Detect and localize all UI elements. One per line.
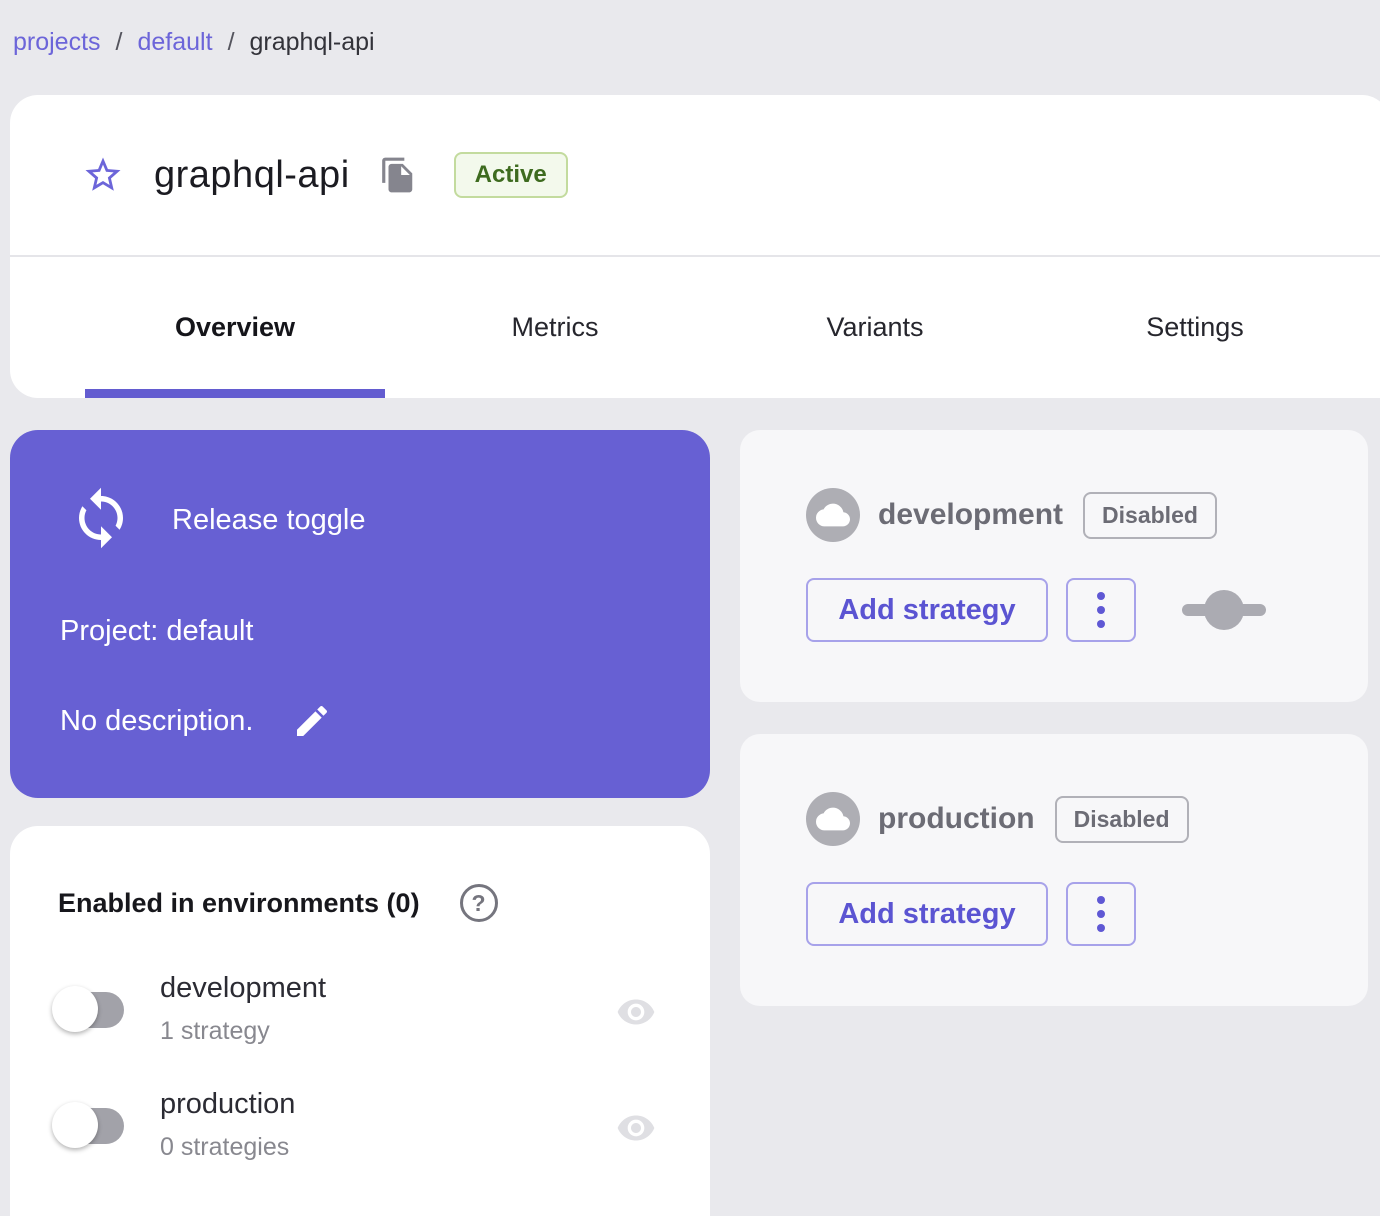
help-icon[interactable]: ? [459,884,498,922]
breadcrumb-current: graphql-api [249,28,375,56]
copy-icon[interactable] [378,155,418,195]
environment-name: development [160,972,327,1004]
enabled-environments-header: Enabled in environments (0) ? [58,884,498,922]
tab-settings[interactable]: Settings [1035,257,1355,398]
environment-card-actions: Add strategy [806,882,1136,946]
tab-metrics[interactable]: Metrics [395,257,715,398]
description-text: No description. [60,704,254,737]
kebab-menu-icon[interactable] [1066,578,1136,642]
favorite-star-icon[interactable] [82,154,124,196]
strategy-count: 0 strategies [160,1133,290,1161]
project-label: Project: default [60,615,254,647]
breadcrumb-separator: / [227,28,235,56]
add-strategy-button[interactable]: Add strategy [806,578,1048,642]
environment-card-development: development Disabled Add strategy [740,430,1368,702]
feature-header-card: graphql-api Active Overview Metrics Vari… [10,95,1380,398]
cloud-icon [806,488,860,542]
cloud-icon [806,792,860,846]
release-toggle-loop-icon [68,485,134,551]
environment-card-actions: Add strategy [806,578,1268,642]
add-strategy-button[interactable]: Add strategy [806,882,1048,946]
enabled-environments-panel: Enabled in environments (0) ? developmen… [10,826,710,1216]
environment-status-badge: Disabled [1083,491,1217,539]
breadcrumb-separator: / [115,28,123,56]
page-title: graphql-api [154,153,350,196]
tab-variants[interactable]: Variants [715,257,1035,398]
slider-icon[interactable] [1180,588,1268,632]
breadcrumb-projects[interactable]: projects [13,28,101,57]
status-badge: Active [453,152,568,198]
enabled-environments-title: Enabled in environments (0) [58,887,420,918]
eye-icon[interactable] [610,992,662,1032]
environment-card-header: development Disabled [806,488,1217,542]
development-toggle[interactable] [52,984,132,1034]
toggle-type-label: Release toggle [172,504,366,536]
toggle-info-card: Release toggle Project: default No descr… [10,430,710,798]
edit-description-icon[interactable] [291,700,333,742]
tab-overview[interactable]: Overview [75,257,395,398]
breadcrumb: projects / default / graphql-api [13,28,375,57]
kebab-menu-icon[interactable] [1066,882,1136,946]
environment-card-name: development [878,498,1064,531]
environment-card-name: production [878,802,1035,835]
environment-row-production: production 0 strategies [10,1088,710,1188]
environment-name: production [160,1088,296,1120]
environment-status-badge: Disabled [1054,795,1189,843]
production-toggle[interactable] [52,1100,132,1150]
feature-title-row: graphql-api Active [10,95,1380,257]
environment-row-development: development 1 strategy [10,972,710,1072]
environment-card-production: production Disabled Add strategy [740,734,1368,1006]
eye-icon[interactable] [610,1108,662,1148]
page: projects / default / graphql-api graphql… [0,0,1380,1216]
tab-bar: Overview Metrics Variants Settings [75,257,1355,398]
description-row: No description. [60,700,333,742]
strategy-count: 1 strategy [160,1017,270,1045]
environment-card-header: production Disabled [806,792,1189,846]
breadcrumb-default[interactable]: default [138,28,213,57]
